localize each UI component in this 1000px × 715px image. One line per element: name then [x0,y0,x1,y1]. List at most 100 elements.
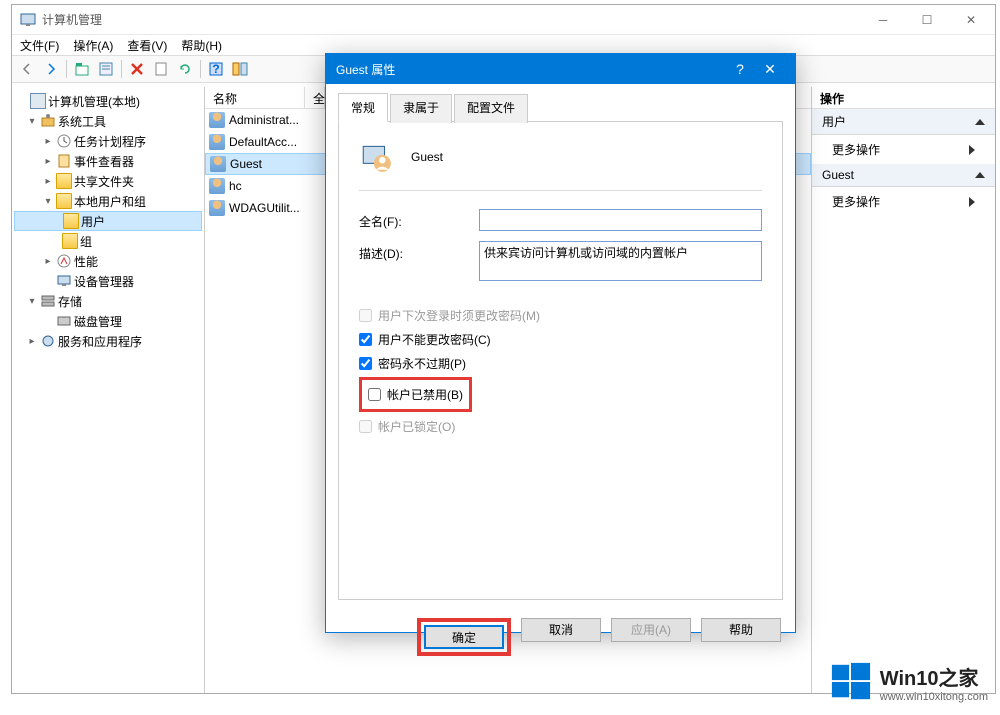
apply-button[interactable]: 应用(A) [611,618,691,642]
tree-panel: 计算机管理(本地) ▾系统工具 ▸任务计划程序 ▸事件查看器 ▸共享文件夹 ▾本… [12,87,205,693]
tree-event[interactable]: ▸事件查看器 [14,151,202,171]
action-more-guest[interactable]: 更多操作 [812,187,995,216]
tab-general[interactable]: 常规 [338,93,388,122]
label-description: 描述(D): [359,241,479,262]
watermark-url: www.win10xitong.com [880,691,988,703]
action-section-guest[interactable]: Guest [812,164,995,187]
tree-perf[interactable]: ▸性能 [14,251,202,271]
watermark-text: Win10之家 www.win10xitong.com [880,662,988,703]
help-button[interactable]: 帮助 [701,618,781,642]
user-icon [359,140,393,174]
tab-content: Guest 全名(F): 描述(D): 供来宾访问计算机或访问域的内置帐户 用户… [338,122,783,600]
tree-storage[interactable]: ▾存储 [14,291,202,311]
tree-share-label: 共享文件夹 [74,173,134,190]
tree-disk[interactable]: 磁盘管理 [14,311,202,331]
maximize-button[interactable]: ☐ [905,6,949,34]
menu-action[interactable]: 操作(A) [73,37,113,53]
titlebar: 计算机管理 ─ ☐ ✕ [12,5,995,35]
submenu-icon [969,145,975,155]
action-panel: 操作 用户 更多操作 Guest 更多操作 [812,87,995,693]
action-item-label: 更多操作 [832,193,880,210]
cancel-button[interactable]: 取消 [521,618,601,642]
dialog-title: Guest 属性 [336,61,725,78]
collapse-icon [975,119,985,125]
list-row-label: DefaultAcc... [229,135,297,149]
help-button[interactable]: ? [205,58,227,80]
check-locked: 帐户已锁定(O) [359,414,762,438]
tree-disk-label: 磁盘管理 [74,313,122,330]
action-section-label: Guest [822,168,854,182]
tree-systools[interactable]: ▾系统工具 [14,111,202,131]
window-title: 计算机管理 [42,11,861,28]
tree-systools-label: 系统工具 [58,113,106,130]
user-header: Guest [359,140,762,191]
check-neverexpire[interactable]: 密码永不过期(P) [359,351,762,375]
forward-button[interactable] [40,58,62,80]
tab-memberof[interactable]: 隶属于 [390,94,452,123]
fullname-input[interactable] [479,209,762,231]
action-header: 操作 [812,87,995,109]
close-button[interactable]: ✕ [949,6,993,34]
dialog-footer: 确定 取消 应用(A) 帮助 [326,608,795,666]
dialog-titlebar[interactable]: Guest 属性 ? ✕ [326,54,795,84]
tree-task[interactable]: ▸任务计划程序 [14,131,202,151]
action-more-users[interactable]: 更多操作 [812,135,995,164]
tab-profile[interactable]: 配置文件 [454,94,528,123]
menu-view[interactable]: 查看(V) [127,37,167,53]
properties-dialog: Guest 属性 ? ✕ 常规 隶属于 配置文件 Guest 全名(F): 描述… [325,53,796,633]
menu-help[interactable]: 帮助(H) [181,37,222,53]
check-disabled[interactable]: 帐户已禁用(B) [368,384,463,405]
action-section-label: 用户 [822,113,846,130]
delete-button[interactable] [126,58,148,80]
check-label: 用户不能更改密码(C) [378,331,491,348]
tree-root-label: 计算机管理(本地) [48,93,140,110]
windows-logo-icon [830,661,872,703]
tree-services-label: 服务和应用程序 [58,333,142,350]
ok-button[interactable]: 确定 [424,625,504,649]
checkbox-disabled[interactable] [368,388,381,401]
dialog-close-button[interactable]: ✕ [755,61,785,78]
action-section-users[interactable]: 用户 [812,109,995,135]
submenu-icon [969,197,975,207]
description-input[interactable]: 供来宾访问计算机或访问域的内置帐户 [479,241,762,281]
menu-file[interactable]: 文件(F) [20,37,59,53]
action-item-label: 更多操作 [832,141,880,158]
window-controls: ─ ☐ ✕ [861,6,993,34]
tree-share[interactable]: ▸共享文件夹 [14,171,202,191]
menubar: 文件(F) 操作(A) 查看(V) 帮助(H) [12,35,995,55]
checkbox-mustchange [359,309,372,322]
list-row-label: hc [229,179,242,193]
tree-localusers[interactable]: ▾本地用户和组 [14,191,202,211]
check-label: 密码永不过期(P) [378,355,466,372]
tree-users[interactable]: 用户 [14,211,202,231]
highlight-ok: 确定 [417,618,511,656]
tree-services[interactable]: ▸服务和应用程序 [14,331,202,351]
check-label: 帐户已锁定(O) [378,418,455,435]
tree-root[interactable]: 计算机管理(本地) [14,91,202,111]
refresh-button[interactable] [174,58,196,80]
checkbox-cannotchange[interactable] [359,333,372,346]
tree-device-label: 设备管理器 [74,273,134,290]
up-button[interactable] [71,58,93,80]
tree-storage-label: 存储 [58,293,82,310]
col-full[interactable]: 全 [305,87,325,108]
show-hide-button[interactable] [229,58,251,80]
export-button[interactable] [150,58,172,80]
tree-groups[interactable]: 组 [14,231,202,251]
dialog-help-button[interactable]: ? [725,61,755,77]
minimize-button[interactable]: ─ [861,6,905,34]
back-button[interactable] [16,58,38,80]
checkbox-group: 用户下次登录时须更改密码(M) 用户不能更改密码(C) 密码永不过期(P) 帐户… [359,303,762,438]
col-name[interactable]: 名称 [205,87,305,108]
tree-device[interactable]: 设备管理器 [14,271,202,291]
properties-button[interactable] [95,58,117,80]
highlight-disabled: 帐户已禁用(B) [359,377,472,412]
check-label: 帐户已禁用(B) [387,386,463,403]
checkbox-locked [359,420,372,433]
check-cannotchange[interactable]: 用户不能更改密码(C) [359,327,762,351]
tabstrip: 常规 隶属于 配置文件 [338,92,783,122]
watermark: Win10之家 www.win10xitong.com [830,661,988,703]
list-row-label: Administrat... [229,113,299,127]
app-icon [20,12,36,28]
checkbox-neverexpire[interactable] [359,357,372,370]
